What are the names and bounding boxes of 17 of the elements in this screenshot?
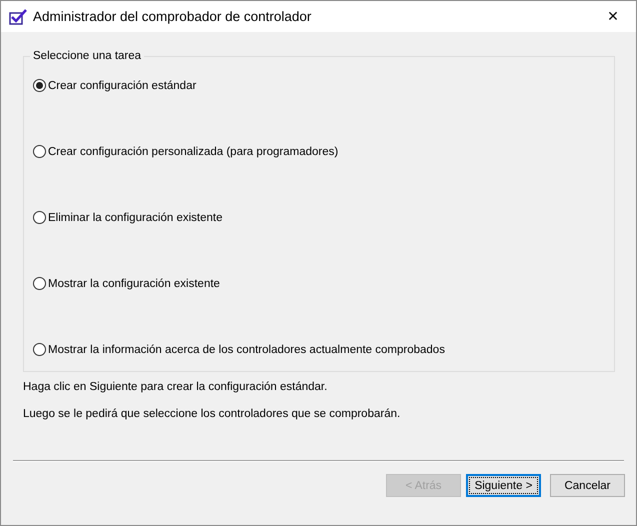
info-text: Luego se le pedirá que seleccione los controladores que se comprobarán. bbox=[23, 408, 402, 420]
radio-option[interactable]: Mostrar la configuración existente bbox=[33, 277, 604, 290]
radio-option[interactable]: Crear configuración estándar bbox=[33, 79, 604, 92]
radio-button[interactable] bbox=[33, 211, 46, 224]
checkbox-icon bbox=[9, 8, 27, 24]
dialog-button[interactable]: Cancelar bbox=[550, 474, 625, 497]
radio-button[interactable] bbox=[33, 277, 46, 290]
radio-option[interactable]: Eliminar la configuración existente bbox=[33, 211, 604, 224]
radio-button[interactable] bbox=[33, 343, 46, 356]
group-title: Seleccione una tarea bbox=[32, 50, 142, 62]
window-title: Administrador del comprobador de controlador bbox=[33, 9, 312, 24]
radio-button[interactable] bbox=[33, 145, 46, 158]
dialog-button[interactable]: Siguiente > bbox=[466, 474, 541, 497]
radio-option[interactable]: Crear configuración personalizada (para programadores) bbox=[33, 145, 604, 158]
radio-button[interactable] bbox=[33, 79, 46, 92]
info-text: Haga clic en Siguiente para crear la configuración estándar. bbox=[23, 381, 328, 393]
radio-option[interactable]: Mostrar la información acerca de los controladores actualmente comprobados bbox=[33, 343, 604, 356]
